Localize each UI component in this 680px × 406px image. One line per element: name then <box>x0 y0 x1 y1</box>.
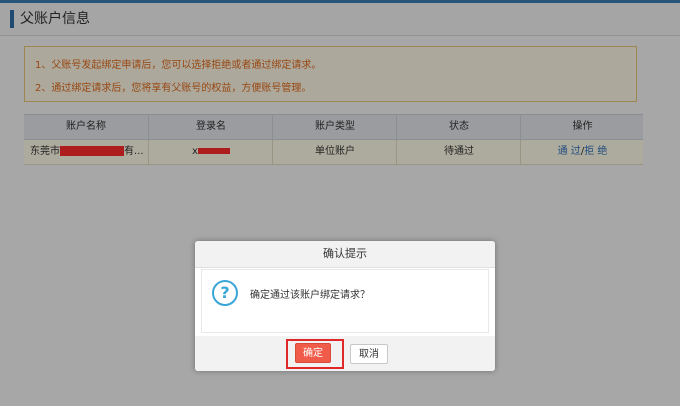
confirm-dialog: 确认提示 ? 确定通过该账户绑定请求？ 确定 取消 <box>195 241 495 371</box>
confirm-button[interactable]: 确定 <box>295 343 331 363</box>
dialog-message: 确定通过该账户绑定请求？ <box>250 290 370 301</box>
question-icon: ? <box>212 280 238 306</box>
cancel-button[interactable]: 取消 <box>350 344 388 364</box>
dialog-title: 确认提示 <box>195 241 495 268</box>
dialog-body: ? 确定通过该账户绑定请求？ <box>201 269 489 333</box>
dialog-footer: 确定 取消 <box>195 336 495 371</box>
ok-button-highlight: 确定 <box>286 339 344 369</box>
